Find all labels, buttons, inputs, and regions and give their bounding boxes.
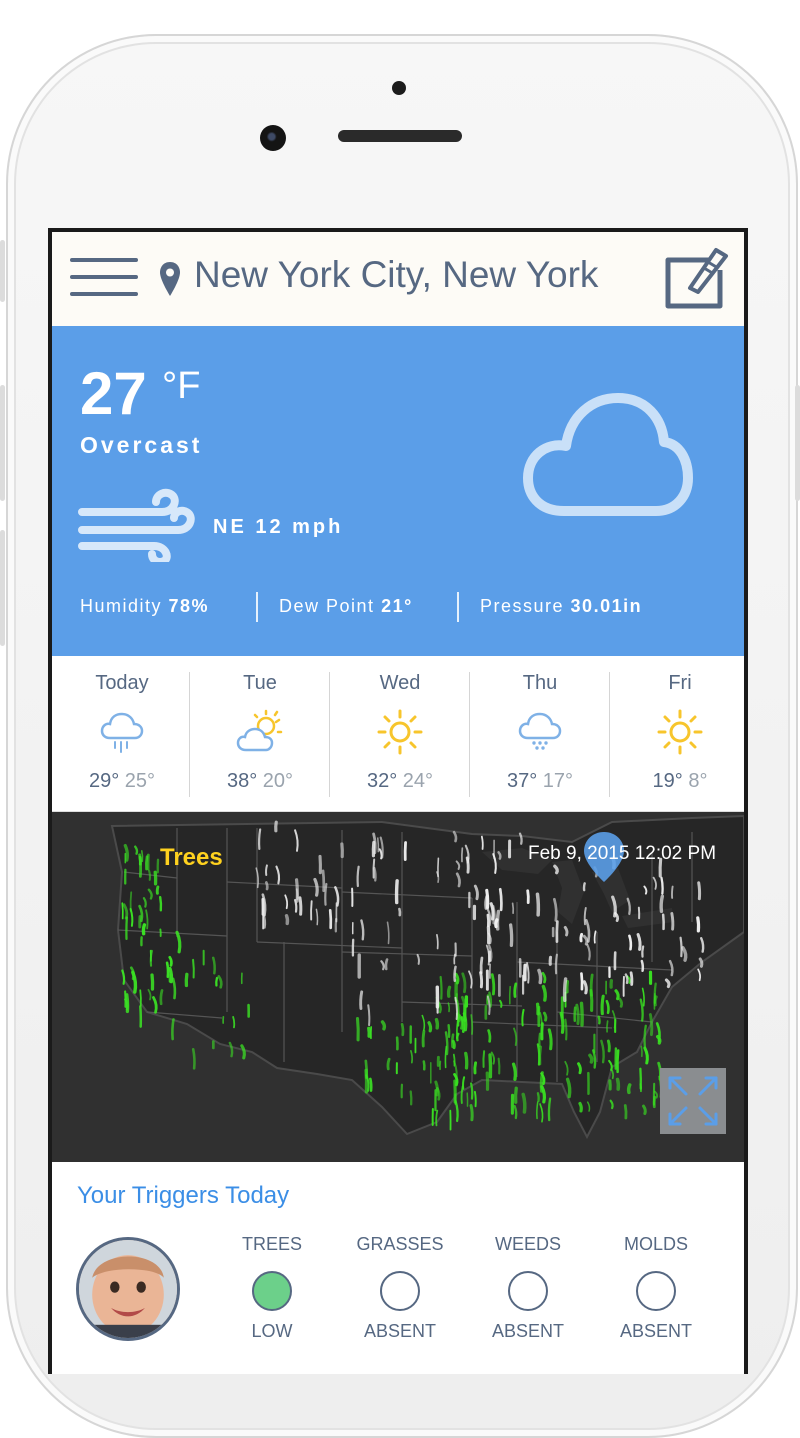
- sun-icon: [657, 709, 703, 755]
- map-layer-label: Trees: [160, 844, 223, 871]
- trigger-level: ABSENT: [491, 1321, 565, 1341]
- forecast-low: 20°: [262, 770, 294, 792]
- forecast-high: 19°: [652, 770, 683, 792]
- pressure-stat: Pressure 30.01in: [480, 596, 642, 617]
- trigger-level: ABSENT: [363, 1321, 437, 1341]
- stat-divider: [256, 592, 258, 622]
- trigger-indicator: [636, 1271, 676, 1311]
- phone-side-button: [0, 240, 5, 302]
- trigger-molds[interactable]: MOLDS ABSENT: [592, 1234, 720, 1342]
- expand-map-icon[interactable]: [660, 1068, 726, 1134]
- current-temperature: 27: [80, 360, 147, 427]
- phone-earpiece: [338, 130, 462, 142]
- phone-power-button: [795, 385, 800, 501]
- triggers-panel: Your Triggers Today TREES LOW GRASSES AB…: [52, 1162, 744, 1374]
- forecast-day-tue[interactable]: Tue 38° 20°: [190, 656, 330, 811]
- dew-point-value: 21°: [381, 596, 413, 616]
- phone-sensor: [392, 81, 406, 95]
- trigger-indicator: [252, 1271, 292, 1311]
- forecast-day-thu[interactable]: Thu 37° 17°: [470, 656, 610, 811]
- forecast-high: 38°: [226, 770, 258, 792]
- dew-point-label: Dew Point: [279, 596, 375, 616]
- rain-cloud-icon: [100, 712, 144, 753]
- stat-divider: [457, 592, 459, 622]
- forecast-temps: 29° 25°: [52, 770, 192, 793]
- trigger-name: MOLDS: [623, 1234, 688, 1254]
- forecast-day-name: Thu: [522, 672, 558, 694]
- forecast-day-today[interactable]: Today 29° 25°: [52, 656, 192, 811]
- forecast-low: 17°: [542, 770, 574, 792]
- snow-cloud-icon: [518, 712, 562, 750]
- map-timestamp: Feb 9, 2015 12:02 PM: [528, 843, 717, 864]
- current-conditions-panel: 27 °F Overcast NE 12 mph Humidity 78% De…: [52, 326, 744, 656]
- phone-volume-down-button: [0, 530, 5, 646]
- humidity-value: 78%: [168, 596, 210, 616]
- forecast-low: 24°: [402, 770, 434, 792]
- humidity-label: Humidity: [80, 596, 163, 616]
- triggers-title: Your Triggers Today: [77, 1182, 290, 1209]
- forecast-temps: 38° 20°: [190, 770, 330, 793]
- forecast-low: 8°: [688, 770, 708, 792]
- forecast-temps: 32° 24°: [330, 770, 470, 793]
- overcast-cloud-icon: [523, 393, 693, 516]
- trigger-name: WEEDS: [494, 1234, 561, 1254]
- wind-reading: NE 12 mph: [213, 516, 344, 538]
- user-avatar[interactable]: [76, 1237, 180, 1341]
- pressure-label: Pressure: [480, 596, 565, 616]
- app-header: New York City, New York: [52, 232, 744, 327]
- partly-sunny-icon: [236, 709, 283, 752]
- forecast-low: 25°: [124, 770, 156, 792]
- wind-icon: [78, 488, 195, 562]
- trigger-level: LOW: [251, 1321, 293, 1341]
- menu-icon[interactable]: [70, 258, 138, 298]
- pollen-map[interactable]: Trees Feb 9, 2015 12:02 PM: [52, 812, 744, 1162]
- forecast-high: 32°: [366, 770, 398, 792]
- trigger-grasses[interactable]: GRASSES ABSENT: [336, 1234, 464, 1342]
- location-pin-icon: [160, 262, 180, 296]
- forecast-high: 29°: [88, 770, 120, 792]
- trigger-level: ABSENT: [619, 1321, 693, 1341]
- trigger-indicator: [380, 1271, 420, 1311]
- location-title[interactable]: New York City, New York: [194, 254, 598, 296]
- forecast-high: 37°: [506, 770, 538, 792]
- forecast-strip: Today 29° 25° Tue 38° 20° Wed 32° 24° Th…: [52, 656, 744, 812]
- phone-volume-up-button: [0, 385, 5, 501]
- trigger-trees[interactable]: TREES LOW: [208, 1234, 336, 1342]
- phone-screen: New York City, New York 27 °F Overcast N…: [48, 228, 748, 1374]
- forecast-temps: 37° 17°: [470, 770, 610, 793]
- temperature-unit: °F: [162, 365, 201, 407]
- app: New York City, New York 27 °F Overcast N…: [52, 232, 744, 1374]
- trigger-weeds[interactable]: WEEDS ABSENT: [464, 1234, 592, 1342]
- forecast-day-wed[interactable]: Wed 32° 24°: [330, 656, 470, 811]
- pressure-value: 30.01in: [570, 596, 643, 616]
- sun-icon: [377, 709, 423, 755]
- conditions-stats: Humidity 78% Dew Point 21° Pressure 30.0…: [80, 592, 720, 626]
- dew-point-stat: Dew Point 21°: [279, 596, 413, 617]
- humidity-stat: Humidity 78%: [80, 596, 209, 617]
- forecast-day-name: Fri: [668, 672, 692, 694]
- phone-camera: [260, 125, 286, 151]
- forecast-temps: 19° 8°: [610, 770, 744, 793]
- trigger-indicator: [508, 1271, 548, 1311]
- forecast-day-fri[interactable]: Fri 19° 8°: [610, 656, 744, 811]
- forecast-day-name: Today: [95, 672, 149, 694]
- forecast-day-name: Wed: [379, 672, 421, 694]
- edit-icon[interactable]: [664, 244, 730, 310]
- trigger-name: GRASSES: [356, 1234, 444, 1254]
- current-condition: Overcast: [80, 432, 203, 458]
- forecast-day-name: Tue: [243, 672, 277, 694]
- trigger-name: TREES: [241, 1234, 302, 1254]
